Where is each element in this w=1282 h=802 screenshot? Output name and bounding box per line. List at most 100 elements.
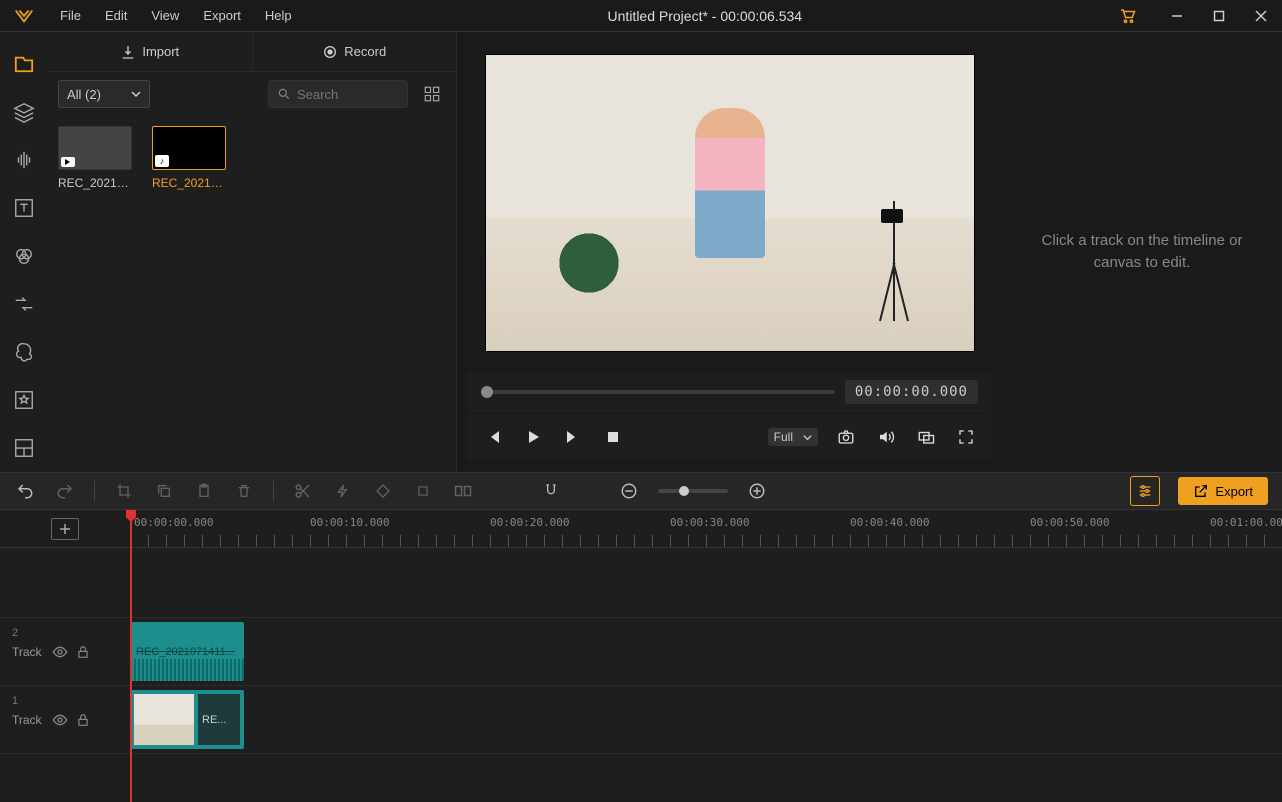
play-button[interactable] bbox=[521, 425, 545, 449]
export-button[interactable]: Export bbox=[1178, 477, 1268, 505]
add-track-button[interactable] bbox=[51, 518, 79, 540]
track-header: 1 Track bbox=[0, 686, 130, 753]
preview-quality-dropdown[interactable]: Full bbox=[768, 428, 818, 446]
export-label: Export bbox=[1215, 484, 1253, 499]
visibility-icon[interactable] bbox=[52, 712, 68, 728]
playhead[interactable] bbox=[130, 510, 132, 802]
preview-canvas[interactable] bbox=[485, 54, 975, 352]
media-thumbnails: REC_20210... ♪ REC_20210... bbox=[48, 116, 456, 200]
preview-seek-slider[interactable] bbox=[481, 390, 835, 394]
media-tab-icon[interactable] bbox=[0, 40, 48, 88]
audio-tab-icon[interactable] bbox=[0, 136, 48, 184]
prev-frame-button[interactable] bbox=[481, 425, 505, 449]
delete-button[interactable] bbox=[233, 480, 255, 502]
keyframe-button[interactable] bbox=[372, 480, 394, 502]
timeline-settings-button[interactable] bbox=[1130, 476, 1160, 506]
media-item[interactable]: REC_20210... bbox=[58, 126, 132, 190]
video-badge-icon bbox=[61, 157, 75, 167]
menu-help[interactable]: Help bbox=[253, 0, 304, 32]
track-header: 2 Track bbox=[0, 618, 130, 685]
transport-bar: Full bbox=[467, 414, 992, 460]
zoom-in-button[interactable] bbox=[746, 480, 768, 502]
track-lane[interactable]: REC_2021071411... bbox=[130, 618, 1282, 685]
export-icon bbox=[1193, 483, 1209, 499]
filters-tab-icon[interactable] bbox=[0, 232, 48, 280]
speed-button[interactable] bbox=[332, 480, 354, 502]
preview-panel: 00:00:00.000 Full bbox=[457, 32, 1002, 472]
view-mode-icon[interactable] bbox=[418, 80, 446, 108]
transitions-tab-icon[interactable] bbox=[0, 280, 48, 328]
record-button[interactable]: Record bbox=[252, 32, 457, 72]
minimize-button[interactable] bbox=[1156, 0, 1198, 32]
ruler-tick: 00:00:40.000 bbox=[850, 516, 929, 529]
split-button[interactable] bbox=[292, 480, 314, 502]
properties-hint: Click a track on the timeline or canvas … bbox=[1022, 230, 1262, 275]
search-input[interactable] bbox=[297, 87, 387, 102]
snap-button[interactable] bbox=[540, 480, 562, 502]
visibility-icon[interactable] bbox=[52, 644, 68, 660]
media-filter-dropdown[interactable]: All (2) bbox=[58, 80, 150, 108]
ruler-tick: 00:00:10.000 bbox=[310, 516, 389, 529]
timeline: 00:00:00.000 00:00:10.000 00:00:20.000 0… bbox=[0, 510, 1282, 802]
lock-icon[interactable] bbox=[76, 713, 90, 727]
video-clip[interactable]: RE... bbox=[130, 690, 244, 749]
track-number: 1 bbox=[12, 695, 18, 707]
search-box[interactable] bbox=[268, 80, 408, 108]
clip-label: RE... bbox=[198, 694, 240, 745]
chevron-down-icon bbox=[131, 89, 141, 99]
audio-clip[interactable]: REC_2021071411... bbox=[130, 622, 244, 681]
ruler-tick: 00:00:50.000 bbox=[1030, 516, 1109, 529]
volume-button[interactable] bbox=[874, 425, 898, 449]
close-button[interactable] bbox=[1240, 0, 1282, 32]
marker-button[interactable] bbox=[412, 480, 434, 502]
text-tab-icon[interactable] bbox=[0, 184, 48, 232]
favorites-tab-icon[interactable] bbox=[0, 376, 48, 424]
zoom-slider[interactable] bbox=[658, 489, 728, 493]
track-lane[interactable]: RE... bbox=[130, 686, 1282, 753]
fullscreen-button[interactable] bbox=[954, 425, 978, 449]
zoom-out-button[interactable] bbox=[618, 480, 640, 502]
chevron-down-icon bbox=[803, 433, 812, 442]
shop-icon[interactable] bbox=[1106, 0, 1148, 32]
maximize-button[interactable] bbox=[1198, 0, 1240, 32]
window-title: Untitled Project* - 00:00:06.534 bbox=[304, 8, 1106, 24]
templates-tab-icon[interactable] bbox=[0, 424, 48, 472]
crop-button[interactable] bbox=[113, 480, 135, 502]
lock-icon[interactable] bbox=[76, 645, 90, 659]
menu-export[interactable]: Export bbox=[191, 0, 253, 32]
track-row: 2 Track REC_2021071411... bbox=[0, 618, 1282, 686]
track-number: 2 bbox=[12, 627, 18, 639]
main-area: Import Record All (2) REC_20210. bbox=[0, 32, 1282, 472]
media-item[interactable]: ♪ REC_20210... bbox=[152, 126, 226, 190]
layers-tab-icon[interactable] bbox=[0, 88, 48, 136]
copy-button[interactable] bbox=[153, 480, 175, 502]
audio-badge-icon: ♪ bbox=[155, 155, 169, 167]
track-spacer bbox=[0, 548, 1282, 618]
snapshot-button[interactable] bbox=[834, 425, 858, 449]
group-button[interactable] bbox=[452, 480, 474, 502]
paste-button[interactable] bbox=[193, 480, 215, 502]
menu-file[interactable]: File bbox=[48, 0, 93, 32]
stop-button[interactable] bbox=[601, 425, 625, 449]
track-row: 1 Track RE... bbox=[0, 686, 1282, 754]
menu-edit[interactable]: Edit bbox=[93, 0, 139, 32]
menu-view[interactable]: View bbox=[139, 0, 191, 32]
detach-button[interactable] bbox=[914, 425, 938, 449]
redo-button[interactable] bbox=[54, 480, 76, 502]
track-label: Track bbox=[12, 713, 42, 727]
ruler-tick: 00:00:30.000 bbox=[670, 516, 749, 529]
track-label: Track bbox=[12, 645, 42, 659]
main-menu: File Edit View Export Help bbox=[48, 0, 304, 32]
app-logo bbox=[0, 0, 48, 32]
titlebar: File Edit View Export Help Untitled Proj… bbox=[0, 0, 1282, 32]
timeline-ruler[interactable]: 00:00:00.000 00:00:10.000 00:00:20.000 0… bbox=[0, 510, 1282, 548]
search-icon bbox=[277, 87, 291, 101]
left-toolstrip bbox=[0, 32, 48, 472]
undo-button[interactable] bbox=[14, 480, 36, 502]
next-frame-button[interactable] bbox=[561, 425, 585, 449]
properties-panel: Click a track on the timeline or canvas … bbox=[1002, 32, 1282, 472]
import-button[interactable]: Import bbox=[48, 32, 252, 72]
preview-timecode: 00:00:00.000 bbox=[845, 380, 978, 404]
import-label: Import bbox=[142, 44, 179, 59]
elements-tab-icon[interactable] bbox=[0, 328, 48, 376]
